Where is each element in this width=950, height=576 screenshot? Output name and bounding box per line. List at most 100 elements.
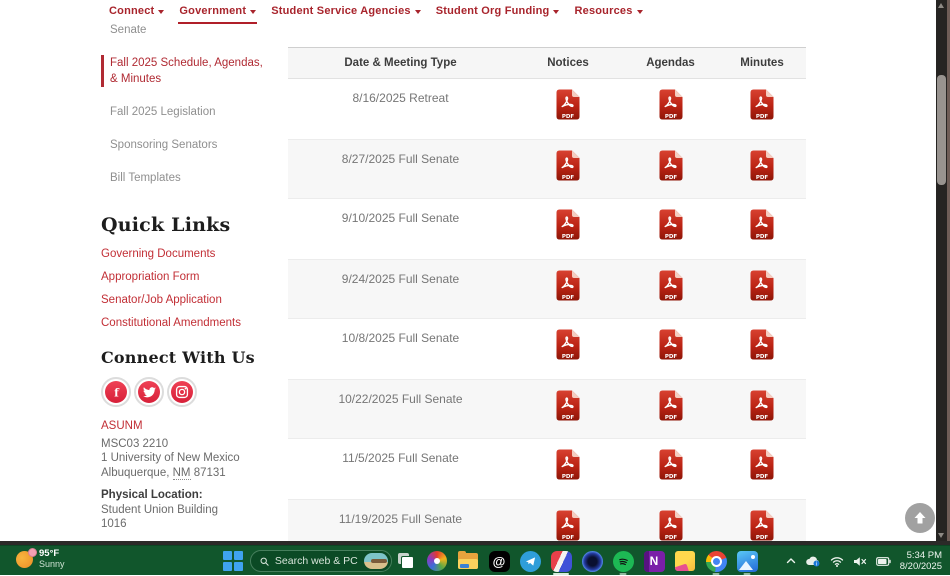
file-explorer-icon[interactable] [456, 549, 480, 573]
scrollbar-track[interactable] [936, 0, 947, 541]
sidebar-item-fall-2025-schedule[interactable]: Fall 2025 Schedule, Agendas, & Minutes [101, 55, 268, 87]
battery-icon[interactable] [875, 556, 891, 566]
nav-label: Connect [109, 5, 155, 17]
scrollbar-up-arrow[interactable] [938, 3, 944, 8]
pdf-icon[interactable] [658, 509, 684, 541]
asunm-link[interactable]: ASUNM [101, 419, 273, 434]
nav-label: Student Org Funding [435, 5, 550, 17]
pdf-icon[interactable] [658, 149, 684, 182]
pdf-icon[interactable] [555, 389, 581, 422]
twitter-icon[interactable] [134, 377, 164, 407]
link-senator-job-application[interactable]: Senator/Job Application [101, 294, 273, 306]
color-wheel-app-icon[interactable] [425, 549, 449, 573]
onenote-icon[interactable]: N [642, 549, 666, 573]
wifi-icon[interactable] [830, 556, 844, 567]
address-line: Albuquerque, NM 87131 [101, 466, 273, 481]
sidebar-item-senate[interactable]: Senate [101, 22, 273, 38]
tray-chevron-up-icon[interactable] [786, 557, 796, 565]
caret-down-icon [636, 9, 643, 14]
meeting-date: 9/10/2025 Full Senate [341, 211, 460, 225]
caret-down-icon [250, 9, 257, 14]
pdf-icon[interactable] [749, 509, 775, 541]
facebook-icon[interactable]: f [101, 377, 131, 407]
meeting-date: 8/27/2025 Full Senate [341, 152, 460, 166]
pdf-icon[interactable] [658, 208, 684, 241]
pdf-icon[interactable] [658, 328, 684, 361]
pdf-icon[interactable] [749, 88, 775, 121]
weather-widget[interactable]: 95°F Sunny [16, 547, 65, 570]
meeting-date: 11/5/2025 Full Senate [342, 451, 459, 465]
pdf-icon[interactable] [749, 269, 775, 302]
pdf-icon[interactable] [749, 389, 775, 422]
task-view-button[interactable] [394, 549, 418, 573]
scrollbar-thumb[interactable] [937, 75, 946, 185]
connect-with-us-heading: Connect With Us [101, 348, 255, 367]
weather-condition: Sunny [39, 559, 65, 569]
meeting-date: 11/19/2025 Full Senate [338, 512, 463, 526]
pdf-icon[interactable] [658, 88, 684, 121]
nav-resources[interactable]: Resources [573, 2, 643, 22]
pdf-icon[interactable] [749, 448, 775, 481]
link-governing-documents[interactable]: Governing Documents [101, 248, 273, 260]
caret-down-icon [414, 9, 421, 14]
scroll-to-top-button[interactable] [905, 503, 935, 533]
address-line: MSC03 2210 [101, 437, 169, 450]
instagram-icon[interactable] [167, 377, 197, 407]
start-button[interactable] [222, 550, 246, 574]
sidebar-item-sponsoring-senators[interactable]: Sponsoring Senators [101, 137, 273, 153]
pdf-icon[interactable] [749, 149, 775, 182]
pdf-icon[interactable] [555, 208, 581, 241]
sidebar-item-bill-templates[interactable]: Bill Templates [101, 170, 273, 186]
spotify-icon[interactable] [611, 549, 635, 575]
threads-icon[interactable]: @ [487, 549, 511, 573]
col-header-date: Date & Meeting Type [344, 57, 457, 69]
social-icons: f [101, 377, 273, 407]
telegram-icon[interactable] [518, 549, 542, 573]
pdf-icon[interactable] [555, 509, 581, 541]
caret-down-icon [553, 9, 560, 14]
zip: 87131 [193, 466, 226, 479]
search-input[interactable]: Search web & PC [250, 550, 392, 572]
nav-label: Resources [574, 5, 633, 17]
nav-student-org-funding[interactable]: Student Org Funding [435, 2, 561, 22]
nav-student-service-agencies[interactable]: Student Service Agencies [270, 2, 422, 22]
nav-label: Student Service Agencies [271, 5, 411, 17]
nav-connect[interactable]: Connect [108, 2, 165, 22]
pdf-icon[interactable] [555, 448, 581, 481]
pdf-icon[interactable] [658, 448, 684, 481]
pdf-icon[interactable] [555, 269, 581, 302]
sidebar-item-fall-2025-legislation[interactable]: Fall 2025 Legislation [101, 104, 273, 120]
sticky-notes-icon[interactable] [673, 549, 697, 573]
svg-text:f: f [114, 387, 120, 400]
col-header-minutes: Minutes [740, 57, 784, 69]
search-highlight-image [363, 553, 388, 569]
active-browser-icon[interactable] [549, 549, 573, 575]
pdf-icon[interactable] [555, 328, 581, 361]
nav-government[interactable]: Government [178, 2, 258, 24]
pdf-icon[interactable] [658, 269, 684, 302]
chrome-icon[interactable] [704, 549, 728, 575]
table-row: 9/24/2025 Full Senate [288, 259, 806, 319]
contact-block: ASUNM MSC03 2210 1 University of New Mex… [101, 419, 273, 541]
pdf-icon[interactable] [555, 88, 581, 121]
pdf-icon[interactable] [555, 149, 581, 182]
link-appropriation-form[interactable]: Appropriation Form [101, 271, 273, 283]
table-body: 8/16/2025 Retreat 8/27/2025 Full Senate 9/… [288, 79, 806, 541]
pdf-icon[interactable] [749, 208, 775, 241]
scrollbar-down-arrow[interactable] [938, 533, 944, 538]
pdf-icon[interactable] [658, 389, 684, 422]
table-row: 9/10/2025 Full Senate [288, 199, 806, 259]
nav-label: Government [179, 5, 247, 17]
volume-muted-icon[interactable] [853, 556, 867, 567]
link-constitutional-amendments[interactable]: Constitutional Amendments [101, 317, 273, 329]
address-line: 1016 [101, 518, 127, 530]
quick-links-heading: Quick Links [101, 214, 231, 236]
pdf-icon[interactable] [749, 328, 775, 361]
onedrive-cloud-icon[interactable]: i [805, 555, 821, 567]
search-placeholder: Search web & PC [274, 555, 358, 567]
col-header-notices: Notices [547, 57, 589, 69]
taskbar-clock[interactable]: 5:34 PM 8/20/2025 [900, 550, 942, 572]
photos-icon[interactable] [735, 549, 759, 575]
copilot-icon[interactable] [580, 549, 604, 573]
table-row: 8/27/2025 Full Senate [288, 139, 806, 199]
